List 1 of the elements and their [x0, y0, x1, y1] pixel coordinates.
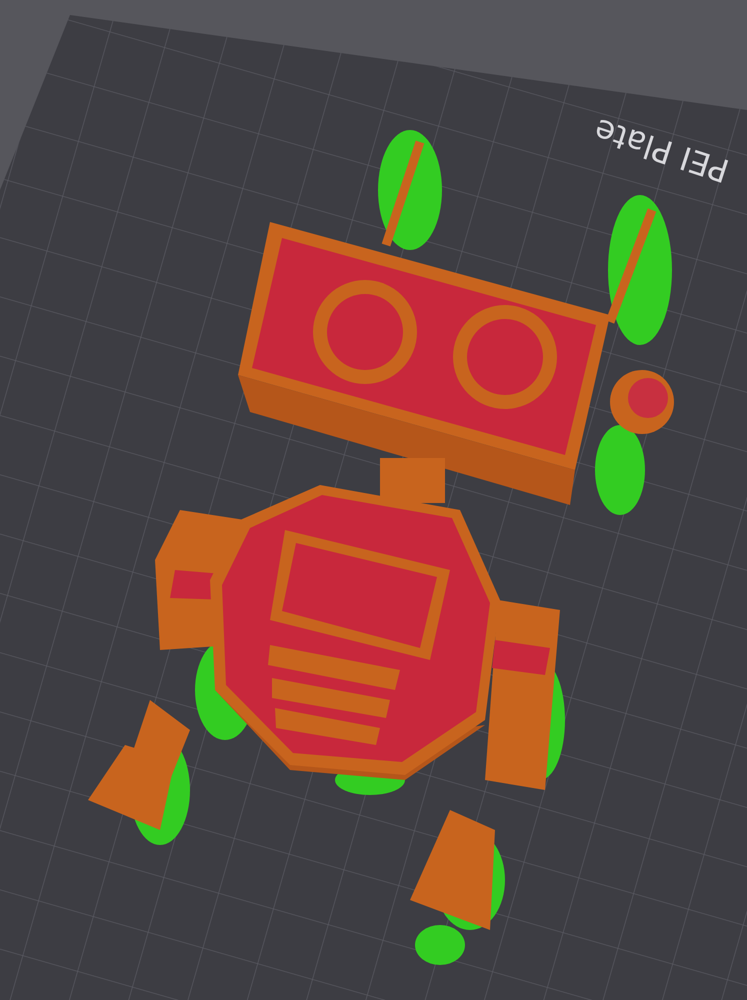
- plate-label: PEI Plate: [590, 110, 734, 190]
